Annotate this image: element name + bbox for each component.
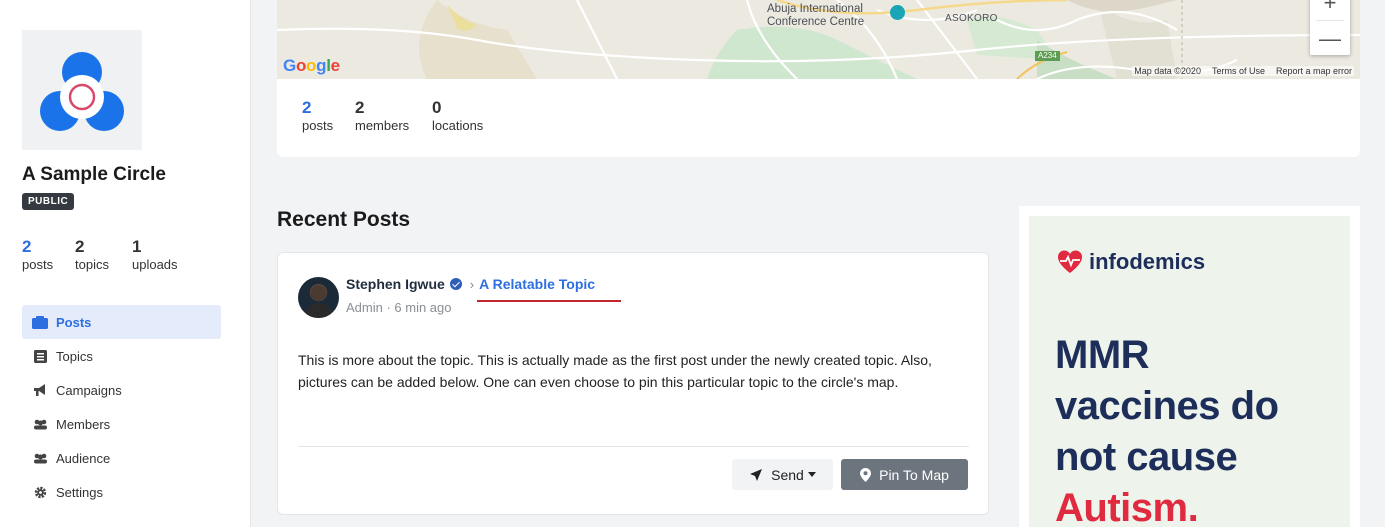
map-road-badge: A234 bbox=[1035, 51, 1060, 61]
pin-to-map-button[interactable]: Pin To Map bbox=[841, 459, 968, 490]
map-marker-icon bbox=[860, 467, 872, 482]
send-icon bbox=[750, 468, 763, 481]
sidebar-item-label: Audience bbox=[56, 450, 111, 466]
author-avatar[interactable] bbox=[298, 277, 339, 318]
sidebar-item-label: Topics bbox=[56, 348, 93, 364]
map-data-credit: Map data ©2020 bbox=[1134, 66, 1201, 76]
map-terms-link[interactable]: Terms of Use bbox=[1212, 66, 1265, 76]
sidebar-item-label: Posts bbox=[56, 314, 92, 330]
audience-icon bbox=[32, 451, 48, 465]
author-name[interactable]: Stephen Igwue bbox=[346, 276, 445, 292]
map-label-conference: Abuja International Conference Centre bbox=[767, 3, 865, 28]
ad-panel: infodemics MMR vaccines do not cause Aut… bbox=[1019, 206, 1360, 527]
post-header: Stephen Igwue › A Relatable Topic bbox=[346, 276, 595, 292]
ad-brand: infodemics bbox=[1057, 249, 1205, 275]
map-footer: Map data ©2020 Terms of Use Report a map… bbox=[1132, 66, 1354, 76]
map-stats: 2 posts 2 members 0 locations bbox=[302, 98, 483, 134]
infodemics-ad[interactable]: infodemics MMR vaccines do not cause Aut… bbox=[1029, 216, 1350, 527]
send-button[interactable]: Send bbox=[732, 459, 833, 490]
members-icon bbox=[32, 417, 48, 431]
circle-title: A Sample Circle bbox=[22, 164, 166, 185]
sidebar: A Sample Circle PUBLIC 2 posts 2 topics … bbox=[0, 0, 251, 527]
map-stat-locations[interactable]: 0 locations bbox=[432, 98, 483, 134]
sidebar-item-campaigns[interactable]: Campaigns bbox=[22, 373, 221, 407]
heart-pulse-icon bbox=[1058, 250, 1082, 273]
ad-headline: MMR vaccines do not cause Autism. bbox=[1055, 333, 1279, 527]
topics-icon bbox=[32, 349, 48, 363]
map-report-link[interactable]: Report a map error bbox=[1276, 66, 1352, 76]
post-body: This is more about the topic. This is ac… bbox=[298, 352, 932, 390]
map-card: Abuja International Conference Centre AS… bbox=[277, 0, 1360, 157]
circle-map[interactable]: Abuja International Conference Centre AS… bbox=[277, 0, 1360, 79]
sidebar-item-label: Settings bbox=[56, 484, 103, 500]
sidebar-item-label: Campaigns bbox=[56, 382, 122, 398]
stat-posts[interactable]: 2 posts bbox=[22, 237, 75, 273]
sidebar-item-settings[interactable]: Settings bbox=[22, 475, 221, 509]
posts-icon bbox=[32, 315, 48, 329]
megaphone-icon bbox=[32, 383, 48, 397]
sidebar-item-members[interactable]: Members bbox=[22, 407, 221, 441]
map-label-asokoro: ASOKORO bbox=[945, 13, 998, 24]
post-divider bbox=[298, 446, 969, 447]
sidebar-item-topics[interactable]: Topics bbox=[22, 339, 221, 373]
map-zoom-control: + — bbox=[1310, 0, 1350, 55]
zoom-in-button[interactable]: + bbox=[1310, 0, 1350, 20]
circle-logo bbox=[22, 30, 142, 150]
sidebar-nav: Posts Topics Campaigns Members Audience bbox=[22, 305, 221, 509]
verified-icon bbox=[449, 278, 462, 290]
map-stat-posts[interactable]: 2 posts bbox=[302, 98, 355, 134]
sidebar-item-label: Members bbox=[56, 416, 111, 432]
visibility-badge: PUBLIC bbox=[22, 193, 75, 210]
google-logo: Google bbox=[283, 56, 340, 75]
stat-topics[interactable]: 2 topics bbox=[75, 237, 132, 273]
zoom-out-button[interactable]: — bbox=[1310, 21, 1350, 56]
map-pin-icon bbox=[890, 5, 905, 20]
map-stat-members[interactable]: 2 members bbox=[355, 98, 432, 134]
post-meta: Admin · 6 min ago bbox=[346, 300, 452, 315]
post-card: Stephen Igwue › A Relatable Topic Admin … bbox=[277, 252, 989, 515]
stat-uploads[interactable]: 1 uploads bbox=[132, 237, 178, 273]
circle-stats: 2 posts 2 topics 1 uploads bbox=[22, 237, 178, 273]
topic-underline bbox=[477, 300, 621, 302]
sidebar-item-audience[interactable]: Audience bbox=[22, 441, 221, 475]
topic-link[interactable]: A Relatable Topic bbox=[479, 276, 595, 292]
chevron-down-icon bbox=[807, 472, 816, 477]
recent-posts-heading: Recent Posts bbox=[277, 208, 411, 231]
gear-icon bbox=[32, 485, 48, 499]
breadcrumb-separator: › bbox=[469, 276, 475, 292]
sidebar-item-posts[interactable]: Posts bbox=[22, 305, 221, 339]
